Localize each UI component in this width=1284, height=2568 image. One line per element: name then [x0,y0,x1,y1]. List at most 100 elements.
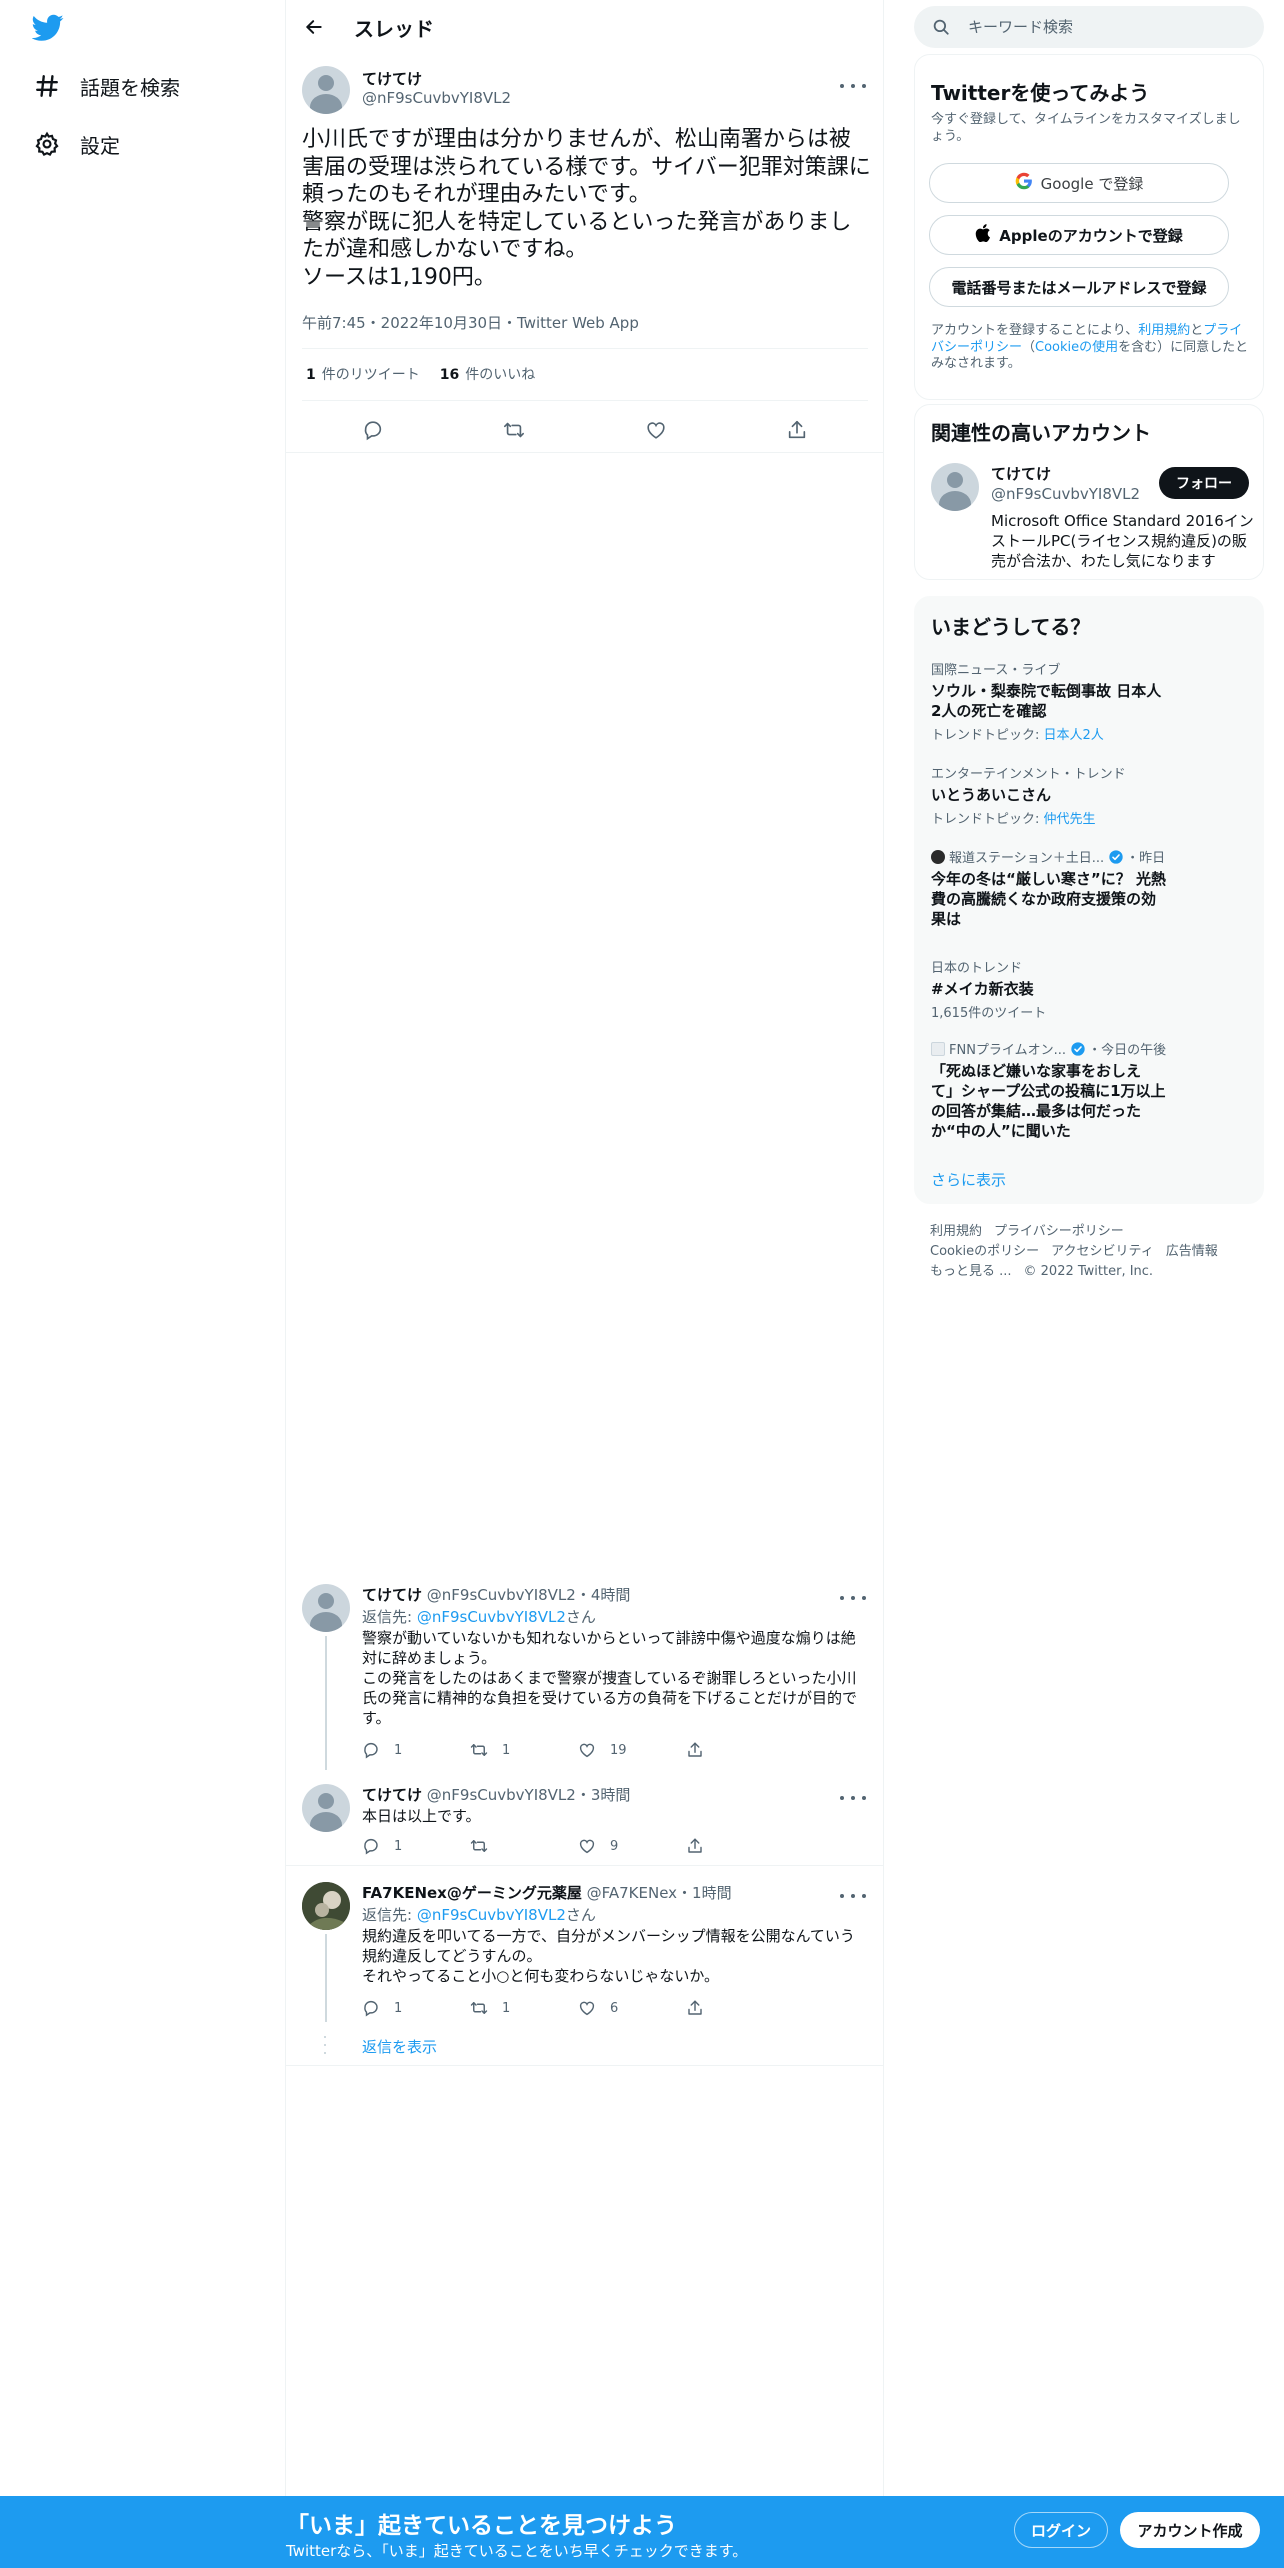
avatar[interactable] [302,1882,350,1930]
signup-legal-text: アカウントを登録することにより、利用規約とプライバシーポリシー（Cookieの使… [931,323,1249,371]
reply-button[interactable]: 1 [362,1837,470,1855]
back-arrow-icon[interactable] [296,9,332,45]
divider [286,1865,884,1866]
share-button[interactable] [686,1837,794,1855]
share-icon[interactable] [780,413,814,447]
divider [302,400,868,401]
retweet-button[interactable]: 1 [470,1999,578,2017]
trend-topic-link[interactable]: 仲代先生 [1044,812,1096,827]
thread-dots [324,2036,328,2054]
cookie-link[interactable]: Cookieの使用 [1035,340,1118,355]
reply-header: てけてけ @nF9sCuvbvYI8VL2・3時間 [362,1784,630,1805]
avatar[interactable] [302,66,350,114]
google-signup-button[interactable]: Google で登録 [929,163,1229,203]
retweet-icon[interactable] [497,413,531,447]
more-icon[interactable] [840,1588,866,1608]
search-input[interactable] [968,18,1228,36]
author-name[interactable]: FA7KENex@ゲーミング元薬屋 [362,1884,582,1902]
tweet-timestamp[interactable]: 午前7:45・2022年10月30日・Twitter Web App [302,312,639,333]
author-handle-time[interactable]: @nF9sCuvbvYI8VL2・4時間 [422,1586,631,1604]
trend-topic-link[interactable]: 日本人2人 [1044,728,1104,743]
trend-item[interactable]: 日本のトレンド #メイカ新衣装 1,615件のツイート [931,957,1251,1021]
signup-banner: 「いま」起きていることを見つけよう Twitterなら、「いま」起きていることを… [0,2496,1284,2568]
like-icon[interactable] [639,413,673,447]
twitter-bird-icon[interactable] [31,14,64,42]
reply-to-link[interactable]: @nF9sCuvbvYI8VL2 [417,1906,566,1924]
reply-header: てけてけ @nF9sCuvbvYI8VL2・4時間 [362,1584,630,1605]
login-button[interactable]: ログイン [1014,2512,1108,2548]
related-account-name[interactable]: てけてけ [991,463,1051,484]
author-name[interactable]: てけてけ [362,1786,422,1804]
reply-tweet[interactable]: てけてけ @nF9sCuvbvYI8VL2・4時間 返信先: @nF9sCuvb… [286,1574,884,1774]
follow-button[interactable]: フォロー [1159,467,1249,499]
share-button[interactable] [686,1999,794,2017]
news-source-icon [931,849,945,864]
trend-context: 日本のトレンド [931,961,1023,976]
create-account-button[interactable]: アカウント作成 [1120,2512,1260,2548]
left-navigation: 話題を検索 設定 [0,0,286,2568]
author-name[interactable]: てけてけ [362,68,422,89]
trend-item[interactable]: 国際ニュース・ライブ ソウル・梨泰院で転倒事故 日本人 2人の死亡を確認 トレン… [931,659,1251,743]
author-handle-time[interactable]: @FA7KENex・1時間 [582,1884,732,1902]
apple-signup-button[interactable]: Appleのアカウントで登録 [929,215,1229,255]
share-button[interactable] [686,1741,794,1759]
reply-button[interactable]: 1 [362,1999,470,2017]
footer-cookie-link[interactable]: Cookieのポリシー [930,1244,1039,1259]
verified-badge-icon [1108,849,1124,865]
trend-context: エンターテインメント・トレンド [931,767,1126,782]
like-button[interactable]: 19 [578,1741,686,1759]
reply-actions: 1 9 [362,1834,802,1858]
retweet-button[interactable]: 1 [470,1741,578,1759]
divider [286,2065,884,2066]
author-handle-time[interactable]: @nF9sCuvbvYI8VL2・3時間 [422,1786,631,1804]
nav-settings[interactable]: 設定 [30,124,120,164]
avatar[interactable] [302,1584,350,1632]
retweet-count-link[interactable]: 1 件のリツイート [306,364,420,384]
trend-title: 「死ぬほど嫌いな家事をおしえ て」シャープ公式の投稿に1万以上 の回答が集結…最… [931,1062,1166,1140]
footer-terms-link[interactable]: 利用規約 [930,1224,982,1239]
more-icon[interactable] [840,1886,866,1906]
like-button[interactable]: 6 [578,1999,686,2017]
related-account-bio: Microsoft Office Standard 2016インストールPC(ラ… [991,512,1254,570]
tweet-stats: 1 件のリツイート 16 件のいいね [306,364,535,384]
footer-more-link[interactable]: もっと見る ... [930,1264,1012,1279]
nav-settings-label: 設定 [80,133,120,158]
trend-item[interactable]: エンターテインメント・トレンド いとうあいこさん トレンドトピック: 仲代先生 [931,763,1251,827]
gear-icon [30,127,64,161]
trends-title: いまどうしてる？ [931,615,1091,639]
show-more-link[interactable]: さらに表示 [931,1169,1006,1190]
footer-accessibility-link[interactable]: アクセシビリティ [1051,1244,1154,1259]
related-account-handle[interactable]: @nF9sCuvbvYI8VL2 [991,485,1140,503]
footer-privacy-link[interactable]: プライバシーポリシー [994,1224,1124,1239]
phone-email-signup-button[interactable]: 電話番号またはメールアドレスで登録 [929,267,1229,307]
search-bar[interactable] [914,6,1264,48]
reply-to-link[interactable]: @nF9sCuvbvYI8VL2 [417,1608,566,1626]
like-button[interactable]: 9 [578,1837,686,1855]
main-column: スレッド てけてけ @nF9sCuvbvYI8VL2 小川氏ですが理由は分かりま… [286,0,884,2568]
avatar[interactable] [931,463,979,511]
trend-item[interactable]: FNNプライムオン... ・今日の午後 「死ぬほど嫌いな家事をおしえ て」シャー… [931,1039,1251,1141]
trend-title: 今年の冬は“厳しい寒さ”に？ 光熱 費の高騰続くなか政府支援策の効 果は [931,870,1166,928]
retweet-button[interactable] [470,1837,578,1855]
trend-item[interactable]: 報道ステーション＋土日... ・昨日 今年の冬は“厳しい寒さ”に？ 光熱 費の高… [931,847,1251,929]
author-name[interactable]: てけてけ [362,1586,422,1604]
show-replies-link[interactable]: 返信を表示 [362,2036,437,2057]
reply-tweet[interactable]: FA7KENex@ゲーミング元薬屋 @FA7KENex・1時間 返信先: @nF… [286,1872,884,2066]
reply-tweet[interactable]: てけてけ @nF9sCuvbvYI8VL2・3時間 本日は以上です。 1 9 [286,1774,884,1866]
terms-link[interactable]: 利用規約 [1138,323,1190,338]
avatar[interactable] [302,1784,350,1832]
author-handle[interactable]: @nF9sCuvbvYI8VL2 [362,89,511,107]
reply-text: 本日は以上です。 [362,1807,481,1825]
reply-button[interactable]: 1 [362,1741,470,1759]
trend-subtext: トレンドトピック: 日本人2人 [931,728,1104,743]
trend-title: #メイカ新衣装 [931,980,1034,998]
like-count-link[interactable]: 16 件のいいね [440,364,535,384]
reply-icon[interactable] [356,413,390,447]
more-icon[interactable] [840,76,866,96]
hashtag-icon [30,69,64,103]
nav-explore[interactable]: 話題を検索 [30,66,180,106]
thread-line [325,1934,327,2022]
divider [302,348,868,349]
footer-ads-link[interactable]: 広告情報 [1166,1244,1218,1259]
more-icon[interactable] [840,1788,866,1808]
